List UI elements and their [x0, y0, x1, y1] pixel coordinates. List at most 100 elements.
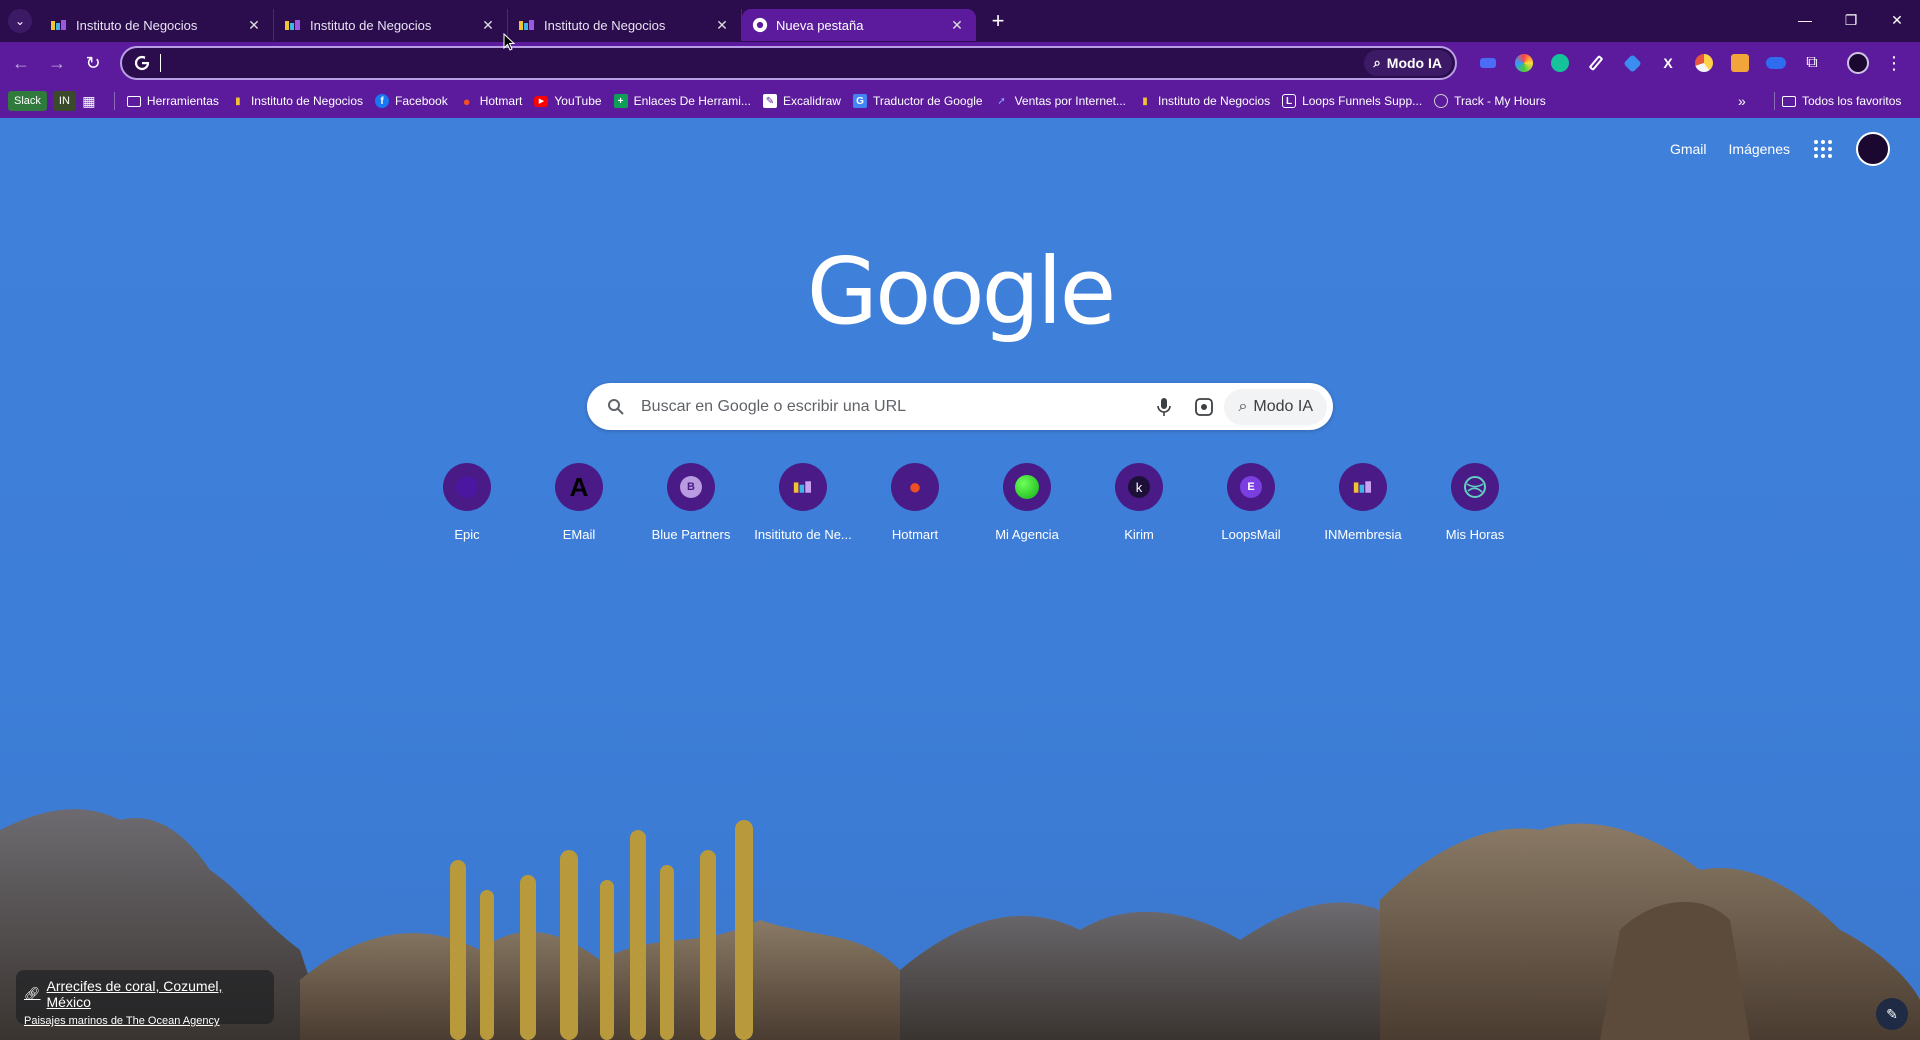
address-bar[interactable]: ⌕ Modo IA	[120, 46, 1457, 80]
close-icon: ✕	[1891, 11, 1903, 28]
bookmark-myhours[interactable]: Track - My Hours	[1428, 88, 1552, 114]
extension-button[interactable]	[1578, 48, 1614, 78]
extension-button[interactable]: X	[1650, 48, 1686, 78]
bookmark-facebook[interactable]: f Facebook	[369, 88, 454, 114]
avatar[interactable]	[1856, 132, 1890, 166]
shortcut-kirim[interactable]: k Kirim	[1083, 463, 1195, 542]
background-credit[interactable]: 🔗︎ Arrecifes de coral, Cozumel, México Pa…	[16, 970, 274, 1027]
extension-button[interactable]	[1722, 48, 1758, 78]
gmail-link[interactable]: Gmail	[1670, 141, 1707, 157]
close-icon[interactable]: ✕	[245, 16, 263, 34]
text-caret	[160, 54, 161, 72]
ntp-search-box[interactable]: Buscar en Google o escribir una URL ⌕ Mo…	[587, 383, 1333, 430]
bookmark-excalidraw[interactable]: ✎ Excalidraw	[757, 88, 847, 114]
tab-instituto-3[interactable]: Instituto de Negocios ✕	[508, 9, 742, 41]
shortcut-epic[interactable]: Epic	[411, 463, 523, 542]
tab-instituto-2[interactable]: Instituto de Negocios ✕	[274, 9, 508, 41]
background-attribution-link[interactable]: Paisajes marinos de The Ocean Agency	[24, 1015, 266, 1027]
ai-mode-button[interactable]: ⌕ Modo IA	[1363, 50, 1452, 76]
bookmark-label: Herramientas	[146, 94, 219, 108]
globe-icon	[1451, 463, 1499, 511]
extension-button[interactable]	[1758, 48, 1794, 78]
shortcut-hotmart[interactable]: ● Hotmart	[859, 463, 971, 542]
bookmark-herramientas[interactable]: Herramientas	[121, 88, 225, 114]
close-icon[interactable]: ✕	[479, 16, 497, 34]
bookmark-label: Enlaces De Herrami...	[633, 94, 751, 108]
shortcut-inmembresia[interactable]: INMembresia	[1307, 463, 1419, 542]
bookmarks-bar: Slack IN ▦ Herramientas ▮ Instituto de Ne…	[0, 84, 1920, 118]
bookmark-instituto[interactable]: ▮ Instituto de Negocios	[225, 88, 369, 114]
shortcut-instituto[interactable]: Insitituto de Ne...	[747, 463, 859, 542]
bookmark-traductor[interactable]: G Traductor de Google	[847, 88, 989, 114]
bookmark-hotmart[interactable]: ● Hotmart	[454, 88, 529, 114]
bookmark-ventas[interactable]: ➚ Ventas por Internet...	[989, 88, 1132, 114]
apps-shortcut-button[interactable]: ▦	[76, 88, 108, 114]
bookmark-label: Ventas por Internet...	[1014, 94, 1126, 108]
epic-icon	[443, 463, 491, 511]
bookmarks-divider	[1774, 92, 1775, 110]
avatar	[1847, 52, 1869, 74]
all-bookmarks-folder[interactable]: Todos los favoritos	[1776, 88, 1907, 114]
profile-button[interactable]	[1840, 48, 1876, 78]
shortcut-mis-horas[interactable]: Mis Horas	[1419, 463, 1531, 542]
background-title-link[interactable]: Arrecifes de coral, Cozumel, México	[47, 978, 266, 1010]
shortcut-label: Hotmart	[891, 527, 939, 542]
top-links: Gmail Imágenes	[1670, 132, 1890, 166]
image-search-button[interactable]	[1184, 397, 1224, 417]
extension-button[interactable]	[1470, 48, 1506, 78]
lens-icon	[1195, 397, 1214, 416]
shortcut-loopsmail[interactable]: E LoopsMail	[1195, 463, 1307, 542]
tab-title: Instituto de Negocios	[544, 17, 666, 33]
tab-search-button[interactable]: ⌄	[8, 9, 32, 33]
customize-button[interactable]: ✎	[1876, 998, 1908, 1030]
reload-button[interactable]: ↻	[78, 48, 108, 78]
tab-new-tab[interactable]: Nueva pestaña ✕	[742, 9, 976, 41]
new-tab-button[interactable]: +	[984, 7, 1012, 35]
google-apps-icon[interactable]	[1812, 138, 1834, 160]
puzzle-icon: ⧉	[1806, 54, 1818, 71]
arrow-left-icon: ←	[12, 52, 30, 73]
menu-button[interactable]: ⋮	[1876, 48, 1912, 78]
close-icon[interactable]: ✕	[713, 16, 731, 34]
bookmark-youtube[interactable]: ▶ YouTube	[528, 88, 607, 114]
mouse-cursor	[503, 33, 515, 51]
bookmark-enlaces[interactable]: + Enlaces De Herrami...	[608, 88, 757, 114]
shortcut-blue-partners[interactable]: B Blue Partners	[635, 463, 747, 542]
more-bookmarks-button[interactable]: »	[1732, 88, 1752, 114]
microphone-icon	[1157, 397, 1172, 416]
extension-button[interactable]	[1614, 48, 1650, 78]
bookmark-loops[interactable]: L Loops Funnels Supp...	[1276, 88, 1428, 114]
voice-search-button[interactable]	[1144, 397, 1184, 417]
search-icon	[607, 398, 627, 416]
bookmark-instituto-2[interactable]: ▮ Instituto de Negocios	[1132, 88, 1276, 114]
extension-button[interactable]	[1506, 48, 1542, 78]
shortcut-mi-agencia[interactable]: Mi Agencia	[971, 463, 1083, 542]
shortcuts-grid: Epic A EMail B Blue Partners Insitituto de…	[411, 463, 1531, 542]
images-link[interactable]: Imágenes	[1729, 141, 1790, 157]
bookmark-label: Instituto de Negocios	[250, 94, 364, 108]
forward-button[interactable]: →	[42, 48, 72, 78]
minimize-button[interactable]: —	[1782, 0, 1828, 40]
bookmark-slack[interactable]: Slack	[8, 91, 47, 111]
bookmark-in[interactable]: IN	[52, 91, 76, 111]
restore-icon: ❐	[1844, 11, 1858, 28]
ai-mode-search-button[interactable]: ⌕ Modo IA	[1224, 388, 1327, 425]
close-window-button[interactable]: ✕	[1874, 0, 1920, 40]
shortcut-email[interactable]: A EMail	[523, 463, 635, 542]
shortcut-label: Kirim	[1124, 527, 1154, 542]
tab-instituto-1[interactable]: Instituto de Negocios ✕	[40, 9, 274, 41]
close-icon[interactable]: ✕	[948, 16, 966, 34]
shortcut-label: Mi Agencia	[995, 527, 1059, 542]
minimize-icon: —	[1798, 12, 1812, 28]
bookmark-label: Excalidraw	[782, 94, 841, 108]
restore-button[interactable]: ❐	[1828, 0, 1874, 40]
shortcut-label: INMembresia	[1324, 527, 1402, 542]
extension-button[interactable]	[1542, 48, 1578, 78]
chrome-icon	[752, 17, 768, 33]
tab-strip: ⌄ Instituto de Negocios ✕ Instituto de N…	[0, 0, 1920, 42]
back-button[interactable]: ←	[6, 48, 36, 78]
bookmark-label: Instituto de Negocios	[1158, 94, 1271, 108]
tab-title: Instituto de Negocios	[76, 17, 198, 33]
extension-button[interactable]	[1686, 48, 1722, 78]
extensions-menu-button[interactable]: ⧉	[1794, 48, 1830, 78]
